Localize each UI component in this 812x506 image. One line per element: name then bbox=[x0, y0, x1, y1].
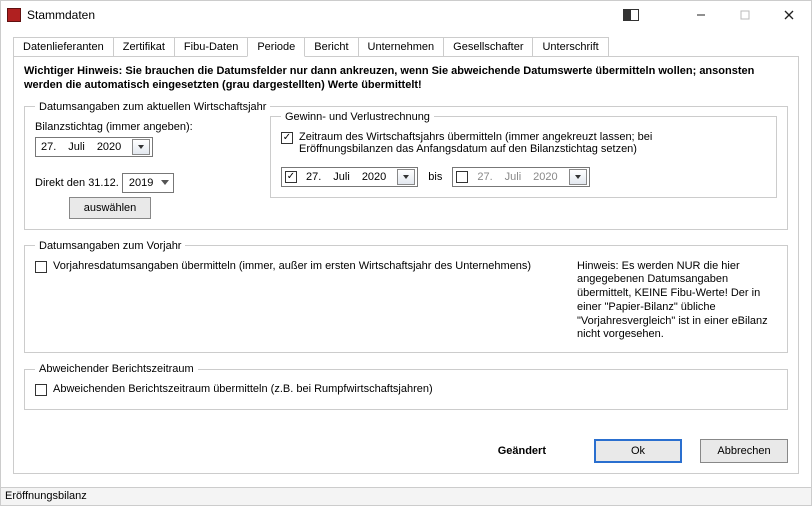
device-icon bbox=[623, 9, 639, 21]
maximize-button[interactable] bbox=[723, 1, 767, 29]
gw-from-day[interactable]: 27. bbox=[303, 171, 324, 183]
minimize-button[interactable] bbox=[679, 1, 723, 29]
group-prev-year: Datumsangaben zum Vorjahr Vorjahresdatum… bbox=[24, 240, 788, 354]
group-current-year: Datumsangaben zum aktuellen Wirtschaftsj… bbox=[24, 101, 788, 230]
bilanzstichtag-date[interactable]: 27. Juli 2020 bbox=[35, 137, 153, 157]
footer: Geändert Ok Abbrechen bbox=[498, 439, 788, 463]
main-hint: Wichtiger Hinweis: Sie brauchen die Datu… bbox=[24, 65, 788, 93]
checkbox-icon[interactable] bbox=[35, 261, 47, 273]
calendar-icon[interactable] bbox=[569, 169, 587, 185]
direct-year-value: 2019 bbox=[129, 177, 153, 189]
gw-to-month[interactable]: Juli bbox=[502, 171, 525, 183]
gw-to-day[interactable]: 27. bbox=[474, 171, 495, 183]
tab-content: Wichtiger Hinweis: Sie brauchen die Datu… bbox=[13, 56, 799, 474]
prev-year-label: Vorjahresdatumsangaben übermitteln (imme… bbox=[53, 260, 531, 272]
group-current-legend: Datumsangaben zum aktuellen Wirtschaftsj… bbox=[35, 101, 270, 113]
prev-year-note: Hinweis: Es werden NUR die hier angegebe… bbox=[577, 260, 777, 343]
checkbox-icon[interactable] bbox=[281, 132, 293, 144]
gw-to-year[interactable]: 2020 bbox=[530, 171, 560, 183]
tab-gesellschafter[interactable]: Gesellschafter bbox=[443, 37, 533, 57]
bis-label: bis bbox=[428, 171, 442, 183]
group-gw-legend: Gewinn- und Verlustrechnung bbox=[281, 111, 434, 123]
report-period-check[interactable]: Abweichenden Berichtszeitraum übermittel… bbox=[35, 383, 433, 396]
bilanzstichtag-label: Bilanzstichtag (immer angeben): bbox=[35, 121, 250, 133]
gw-from-month[interactable]: Juli bbox=[330, 171, 353, 183]
prev-year-check[interactable]: Vorjahresdatumsangaben übermitteln (imme… bbox=[35, 260, 557, 273]
tab-zertifikat[interactable]: Zertifikat bbox=[113, 37, 175, 57]
tab-bar: Datenlieferanten Zertifikat Fibu-Daten P… bbox=[13, 37, 799, 57]
zeitraum-label: Zeitraum des Wirtschaftsjahrs übermittel… bbox=[299, 131, 729, 155]
tab-periode[interactable]: Periode bbox=[247, 37, 305, 57]
titlebar: Stammdaten bbox=[1, 1, 811, 29]
group-gw: Gewinn- und Verlustrechnung Zeitraum des… bbox=[270, 111, 777, 198]
status-bar: Eröffnungsbilanz bbox=[1, 487, 811, 505]
direct-label: Direkt den 31.12. bbox=[35, 177, 119, 189]
checkbox-icon[interactable] bbox=[35, 384, 47, 396]
group-report-period: Abweichender Berichtszeitraum Abweichend… bbox=[24, 363, 788, 410]
zeitraum-check[interactable]: Zeitraum des Wirtschaftsjahrs übermittel… bbox=[281, 131, 729, 155]
gw-to-check[interactable] bbox=[456, 171, 468, 183]
tab-fibu-daten[interactable]: Fibu-Daten bbox=[174, 37, 248, 57]
calendar-icon[interactable] bbox=[397, 169, 415, 185]
group-prev-legend: Datumsangaben zum Vorjahr bbox=[35, 240, 185, 252]
cancel-button[interactable]: Abbrechen bbox=[700, 439, 788, 463]
bilanz-day[interactable]: 27. bbox=[38, 141, 59, 153]
select-date-button[interactable]: auswählen bbox=[69, 197, 152, 219]
ok-button[interactable]: Ok bbox=[594, 439, 682, 463]
window-title: Stammdaten bbox=[27, 8, 623, 22]
gw-from-check[interactable] bbox=[285, 171, 297, 183]
gw-from-year[interactable]: 2020 bbox=[359, 171, 389, 183]
bilanz-month[interactable]: Juli bbox=[65, 141, 88, 153]
report-period-label: Abweichenden Berichtszeitraum übermittel… bbox=[53, 383, 433, 395]
group-report-legend: Abweichender Berichtszeitraum bbox=[35, 363, 198, 375]
tab-unternehmen[interactable]: Unternehmen bbox=[358, 37, 445, 57]
changed-label: Geändert bbox=[498, 445, 546, 457]
direct-year-select[interactable]: 2019 bbox=[122, 173, 174, 193]
tab-bericht[interactable]: Bericht bbox=[304, 37, 358, 57]
tab-unterschrift[interactable]: Unterschrift bbox=[532, 37, 608, 57]
calendar-icon[interactable] bbox=[132, 139, 150, 155]
gw-to-date[interactable]: 27. Juli 2020 bbox=[452, 167, 589, 187]
app-icon bbox=[7, 8, 21, 22]
gw-from-date[interactable]: 27. Juli 2020 bbox=[281, 167, 418, 187]
close-button[interactable] bbox=[767, 1, 811, 29]
bilanz-year[interactable]: 2020 bbox=[94, 141, 124, 153]
tab-datenlieferanten[interactable]: Datenlieferanten bbox=[13, 37, 114, 57]
